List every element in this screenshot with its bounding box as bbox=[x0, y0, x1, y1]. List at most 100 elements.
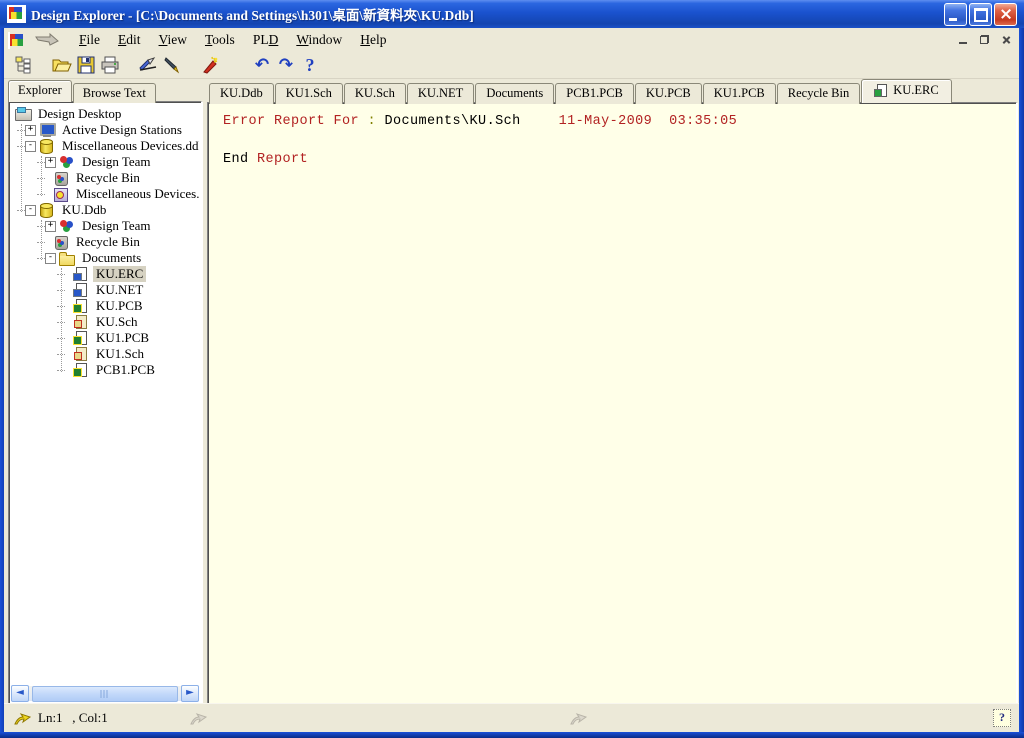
menu-edit[interactable]: Edit bbox=[109, 30, 150, 50]
doc-tab-recycle-bin[interactable]: Recycle Bin bbox=[777, 83, 860, 104]
expand-toggle[interactable]: + bbox=[45, 157, 56, 168]
tree-item-ku-ddb[interactable]: -KU.Ddb bbox=[11, 202, 199, 218]
explorer-sidebar: Explorer Browse Text Design Desktop +Act… bbox=[8, 80, 202, 704]
context-help-icon[interactable]: ? bbox=[993, 709, 1011, 727]
menu-file[interactable]: File bbox=[70, 30, 109, 50]
main-toolbar: ↶ ↷ ? bbox=[4, 52, 1019, 79]
expand-toggle[interactable]: + bbox=[45, 221, 56, 232]
window-border-bottom bbox=[0, 732, 1024, 738]
wand-button[interactable] bbox=[198, 54, 222, 76]
scroll-right-button[interactable]: ► bbox=[181, 685, 199, 702]
menu-help[interactable]: Help bbox=[351, 30, 395, 50]
tree-item-pcb1-pcb[interactable]: PCB1.PCB bbox=[11, 362, 199, 378]
window-border-left bbox=[0, 28, 4, 738]
menu-window[interactable]: Window bbox=[287, 30, 351, 50]
help-icon: ? bbox=[306, 56, 315, 74]
mdi-minimize-button[interactable] bbox=[955, 32, 973, 48]
mdi-restore-button[interactable] bbox=[976, 32, 994, 48]
workstation-icon bbox=[39, 123, 56, 137]
database-icon bbox=[39, 203, 56, 217]
tab-browse-text[interactable]: Browse Text bbox=[73, 83, 156, 103]
app-logo-icon bbox=[7, 5, 26, 23]
document-system-icon[interactable] bbox=[8, 33, 24, 48]
printer-icon bbox=[100, 56, 120, 74]
menu-tools[interactable]: Tools bbox=[196, 30, 244, 50]
undo-icon: ↶ bbox=[255, 57, 269, 74]
tree-item-design-desktop[interactable]: Design Desktop bbox=[11, 106, 199, 122]
menu-pld[interactable]: PLD bbox=[244, 30, 288, 50]
design-tree: Design Desktop +Active Design Stations -… bbox=[11, 104, 199, 701]
erc-report-view[interactable]: Error Report For : Documents\KU.Sch11-Ma… bbox=[207, 102, 1017, 704]
close-button[interactable] bbox=[994, 3, 1017, 26]
doc-tab-ku-pcb[interactable]: KU.PCB bbox=[635, 83, 702, 104]
library-icon bbox=[53, 187, 70, 201]
scrollbar-thumb[interactable] bbox=[32, 686, 178, 702]
collapse-toggle[interactable]: - bbox=[25, 141, 36, 152]
collapse-toggle[interactable]: - bbox=[25, 205, 36, 216]
tree-item-ku-erc[interactable]: KU.ERC bbox=[11, 266, 199, 282]
panel-swoosh-icon bbox=[190, 711, 210, 729]
tree-item-design-team[interactable]: +Design Team bbox=[11, 154, 199, 170]
help-button[interactable]: ? bbox=[298, 54, 322, 76]
pcb-document-icon bbox=[73, 299, 90, 313]
title-bar: Design Explorer - [C:\Documents and Sett… bbox=[0, 0, 1024, 28]
doc-tab-ku-sch[interactable]: KU.Sch bbox=[344, 83, 406, 104]
tree-item-ku-pcb[interactable]: KU.PCB bbox=[11, 298, 199, 314]
tree-item-design-team[interactable]: +Design Team bbox=[11, 218, 199, 234]
scroll-left-button[interactable]: ◄ bbox=[11, 685, 29, 702]
sch-document-icon bbox=[73, 347, 90, 361]
tree-item-ku1-pcb[interactable]: KU1.PCB bbox=[11, 330, 199, 346]
tree-item-ku1-sch[interactable]: KU1.Sch bbox=[11, 346, 199, 362]
menu-bar: File Edit View Tools PLD Window Help bbox=[4, 28, 1019, 53]
print-button[interactable] bbox=[98, 54, 122, 76]
tree-item-recycle-bin[interactable]: Recycle Bin bbox=[11, 170, 199, 186]
maximize-button[interactable] bbox=[969, 3, 992, 26]
scrollbar-track[interactable] bbox=[29, 686, 181, 701]
desktop-icon bbox=[15, 107, 32, 121]
tree-item-ku-net[interactable]: KU.NET bbox=[11, 282, 199, 298]
magic-wand-icon bbox=[200, 56, 220, 74]
save-button[interactable] bbox=[74, 54, 98, 76]
doc-tab-documents[interactable]: Documents bbox=[475, 83, 554, 104]
text-document-icon bbox=[73, 283, 90, 297]
doc-tab-pcb1-pcb[interactable]: PCB1.PCB bbox=[555, 83, 634, 104]
database-icon bbox=[39, 139, 56, 153]
explorer-tree-button[interactable] bbox=[12, 54, 36, 76]
doc-tab-ku1-sch[interactable]: KU1.Sch bbox=[275, 83, 343, 104]
window-title: Design Explorer - [C:\Documents and Sett… bbox=[31, 4, 944, 24]
mdi-minimize-icon bbox=[959, 42, 967, 44]
tree-item-ku-sch[interactable]: KU.Sch bbox=[11, 314, 199, 330]
sidebar-tab-strip: Explorer Browse Text bbox=[8, 80, 157, 102]
collapse-toggle[interactable]: - bbox=[45, 253, 56, 264]
knife-icon bbox=[138, 56, 158, 74]
tree-item-misc-devices-lib[interactable]: Miscellaneous Devices.lib bbox=[11, 186, 199, 202]
menu-view[interactable]: View bbox=[150, 30, 196, 50]
document-area: KU.Ddb KU1.Sch KU.Sch KU.NET Documents P… bbox=[207, 80, 1017, 704]
tree-item-recycle-bin[interactable]: Recycle Bin bbox=[11, 234, 199, 250]
tree-item-active-design-stations[interactable]: +Active Design Stations bbox=[11, 122, 199, 138]
mdi-close-button[interactable] bbox=[997, 32, 1015, 48]
doc-tab-ku-erc[interactable]: KU.ERC bbox=[861, 79, 952, 103]
wiring-pen-icon bbox=[162, 56, 182, 74]
knife-cut-button[interactable] bbox=[136, 54, 160, 76]
minimize-icon bbox=[949, 18, 957, 21]
expand-toggle[interactable]: + bbox=[25, 125, 36, 136]
tree-item-misc-devices-ddb[interactable]: -Miscellaneous Devices.ddb bbox=[11, 138, 199, 154]
save-floppy-icon bbox=[77, 56, 95, 74]
wiring-tool-button[interactable] bbox=[160, 54, 184, 76]
doc-tab-ku-net[interactable]: KU.NET bbox=[407, 83, 474, 104]
open-folder-icon bbox=[52, 56, 72, 74]
open-document-button[interactable] bbox=[50, 54, 74, 76]
minimize-button[interactable] bbox=[944, 3, 967, 26]
redo-button[interactable]: ↷ bbox=[274, 54, 298, 76]
text-document-icon bbox=[73, 267, 90, 281]
doc-tab-ku-ddb[interactable]: KU.Ddb bbox=[209, 83, 274, 104]
undo-button[interactable]: ↶ bbox=[250, 54, 274, 76]
tree-item-documents-folder[interactable]: -Documents bbox=[11, 250, 199, 266]
tab-explorer[interactable]: Explorer bbox=[8, 80, 72, 102]
doc-tab-ku1-pcb[interactable]: KU1.PCB bbox=[703, 83, 776, 104]
report-end-line: End Report bbox=[223, 150, 1016, 169]
maximize-icon bbox=[974, 8, 988, 22]
tree-horizontal-scrollbar[interactable]: ◄ ► bbox=[11, 686, 199, 701]
down-arrow-icon[interactable] bbox=[34, 33, 60, 47]
